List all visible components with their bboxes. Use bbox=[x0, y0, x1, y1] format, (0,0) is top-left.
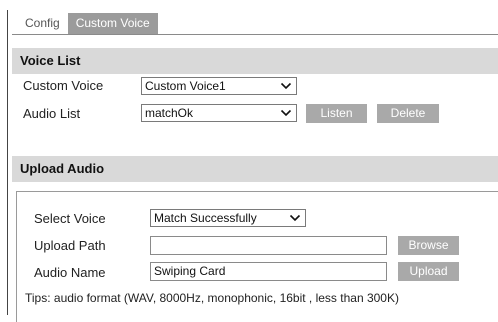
custom-voice-select[interactable]: Custom Voice1 bbox=[141, 77, 297, 95]
listen-button[interactable]: Listen bbox=[306, 104, 367, 123]
audio-list-value: matchOk bbox=[145, 106, 194, 120]
select-voice-label: Select Voice bbox=[34, 211, 106, 226]
tab-config[interactable]: Config bbox=[17, 13, 68, 34]
left-border bbox=[7, 10, 8, 315]
tab-custom-voice[interactable]: Custom Voice bbox=[67, 13, 158, 34]
upload-audio-header: Upload Audio bbox=[12, 156, 498, 182]
custom-voice-label: Custom Voice bbox=[23, 78, 104, 93]
audio-name-label: Audio Name bbox=[34, 265, 106, 280]
audio-name-input[interactable]: Swiping Card bbox=[150, 262, 387, 281]
voice-list-header: Voice List bbox=[12, 48, 498, 74]
custom-voice-value: Custom Voice1 bbox=[145, 79, 226, 93]
audio-list-select[interactable]: matchOk bbox=[141, 104, 297, 122]
select-voice-value: Match Successfully bbox=[154, 211, 257, 225]
browse-button[interactable]: Browse bbox=[398, 236, 459, 255]
custom-voice-panel: Config Custom Voice Voice List Custom Vo… bbox=[0, 0, 498, 322]
select-voice-select[interactable]: Match Successfully bbox=[150, 209, 306, 227]
upload-button[interactable]: Upload bbox=[398, 262, 459, 281]
delete-button[interactable]: Delete bbox=[377, 104, 439, 123]
upload-path-label: Upload Path bbox=[34, 238, 106, 253]
tab-bar: Config Custom Voice bbox=[17, 13, 158, 34]
chevron-down-icon bbox=[280, 105, 292, 121]
audio-list-label: Audio List bbox=[23, 106, 81, 121]
tab-divider bbox=[12, 34, 498, 35]
tips-text: Tips: audio format (WAV, 8000Hz, monopho… bbox=[25, 291, 399, 305]
chevron-down-icon bbox=[280, 78, 292, 94]
upload-path-input[interactable] bbox=[150, 236, 387, 255]
chevron-down-icon bbox=[289, 210, 301, 226]
